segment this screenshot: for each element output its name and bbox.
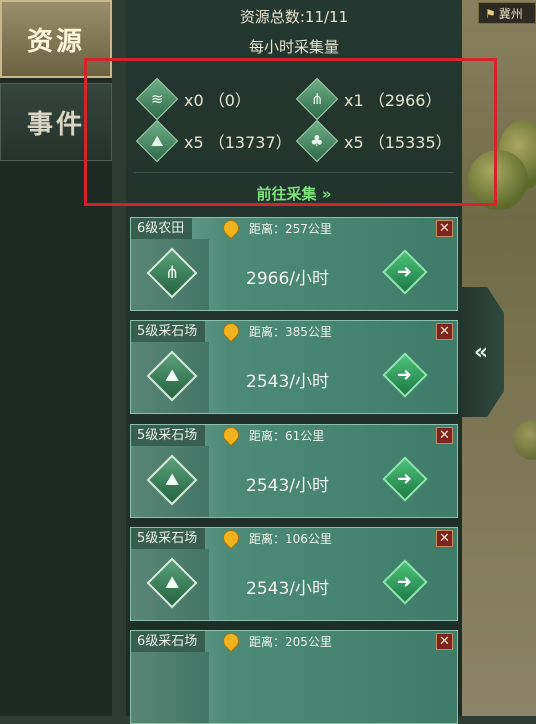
collapse-panel-handle[interactable]: « [462, 287, 504, 417]
location-pin-icon [219, 528, 243, 550]
card-distance: 距离：257公里 [249, 222, 332, 236]
resource-card[interactable]: 6级农田 距离：257公里 ✕ ⋔ 2966/小时 ➜ [130, 217, 458, 311]
card-icon-area [131, 652, 209, 723]
card-rate: 2543/小时 [246, 372, 329, 392]
card-distance: 距离：385公里 [249, 325, 332, 339]
location-pin-icon [219, 218, 243, 240]
tab-events-label: 事件 [26, 109, 85, 140]
location-pin-icon [219, 321, 243, 343]
card-distance: 距离：106公里 [249, 532, 332, 546]
card-title: 6级农田 [131, 218, 193, 239]
close-icon[interactable]: ✕ [436, 323, 453, 340]
go-arrow-button[interactable]: ➜ [382, 559, 428, 605]
arrow-right-icon: ➜ [397, 468, 413, 490]
go-arrow-button[interactable]: ➜ [382, 352, 428, 398]
tab-resources-label: 资源 [26, 26, 85, 57]
region-flag[interactable]: ⚑ 冀州 [478, 2, 536, 24]
go-arrow-button[interactable]: ➜ [382, 249, 428, 295]
close-icon[interactable]: ✕ [436, 427, 453, 444]
card-rate: 2966/小时 [246, 269, 329, 289]
resource-card[interactable]: 5级采石场 距离：385公里 ✕ ⛰ 2543/小时 ➜ [130, 320, 458, 414]
resource-card[interactable]: 6级采石场 距离：205公里 ✕ [130, 630, 458, 724]
highlight-box [84, 58, 497, 206]
card-rate: 2543/小时 [246, 579, 329, 599]
arrow-right-icon: ➜ [397, 364, 413, 386]
card-title: 5级采石场 [131, 425, 206, 446]
resource-card[interactable]: 5级采石场 距离：61公里 ✕ ⛰ 2543/小时 ➜ [130, 424, 458, 518]
close-icon[interactable]: ✕ [436, 633, 453, 650]
close-icon[interactable]: ✕ [436, 530, 453, 547]
arrow-right-icon: ➜ [397, 571, 413, 593]
card-distance: 距离：205公里 [249, 635, 332, 649]
flag-icon: ⚑ [485, 7, 496, 21]
resource-card[interactable]: 5级采石场 距离：106公里 ✕ ⛰ 2543/小时 ➜ [130, 527, 458, 621]
arrow-right-icon: ➜ [397, 261, 413, 283]
card-title: 6级采石场 [131, 631, 206, 652]
close-icon[interactable]: ✕ [436, 220, 453, 237]
location-pin-icon [219, 631, 243, 653]
chevron-left-icon: « [473, 339, 489, 365]
location-pin-icon [219, 425, 243, 447]
region-flag-label: 冀州 [498, 7, 523, 21]
resource-total: 资源总数:11/11 [239, 8, 349, 26]
card-rate: 2543/小时 [246, 476, 329, 496]
card-title: 5级采石场 [131, 528, 206, 549]
card-distance: 距离：61公里 [249, 429, 325, 443]
hourly-collection-label: 每小时采集量 [248, 38, 339, 56]
card-title: 5级采石场 [131, 321, 206, 342]
go-arrow-button[interactable]: ➜ [382, 456, 428, 502]
